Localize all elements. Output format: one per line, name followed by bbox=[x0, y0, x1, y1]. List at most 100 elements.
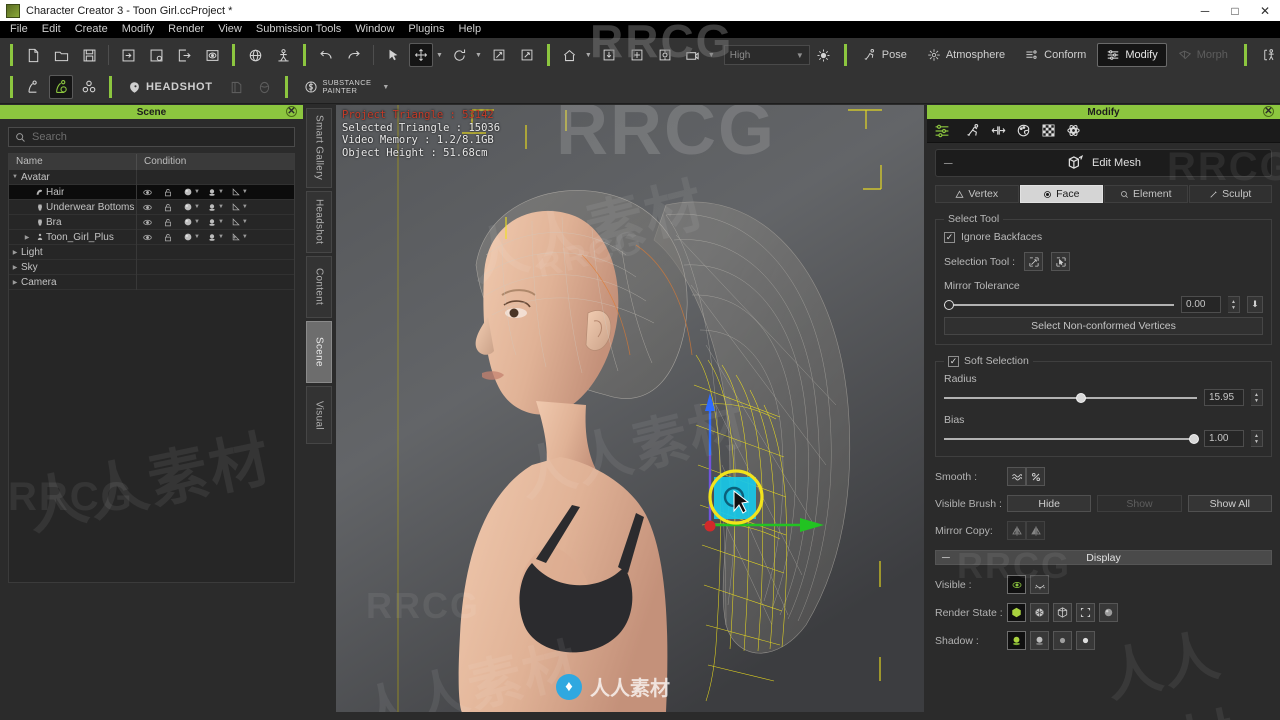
mirror-tolerance-stepper[interactable]: ▲ ▼ bbox=[1228, 296, 1240, 313]
menu-edit[interactable]: Edit bbox=[35, 21, 68, 38]
shadow-flat-icon[interactable] bbox=[1053, 631, 1072, 650]
mesh-icon[interactable]: ▼ bbox=[231, 202, 253, 212]
book-button[interactable] bbox=[225, 75, 249, 99]
solid-wire-icon[interactable] bbox=[1030, 603, 1049, 622]
headshot-button[interactable]: HEADSHOT bbox=[119, 75, 222, 99]
tab-element[interactable]: Element bbox=[1104, 185, 1188, 203]
face-edit-button[interactable] bbox=[21, 75, 45, 99]
checker-icon[interactable] bbox=[1037, 121, 1059, 141]
radius-stepper[interactable]: ▲ ▼ bbox=[1251, 389, 1263, 406]
eye-on-icon[interactable] bbox=[1007, 575, 1026, 594]
sphere-icon[interactable]: ▼ bbox=[183, 232, 205, 242]
menu-window[interactable]: Window bbox=[348, 21, 401, 38]
sphere-icon[interactable]: ▼ bbox=[183, 202, 205, 212]
sliders-icon[interactable] bbox=[931, 121, 953, 141]
scale-alt-button[interactable] bbox=[515, 43, 539, 67]
table-row[interactable]: Hair ▼ ▼ ▼ bbox=[9, 184, 294, 200]
expand-arrow-icon[interactable]: ▼ bbox=[9, 174, 21, 180]
tab-sculpt[interactable]: Sculpt bbox=[1188, 185, 1272, 203]
scale-tool-button[interactable] bbox=[487, 43, 511, 67]
lasso-select-icon[interactable] bbox=[1024, 252, 1043, 271]
shadow-full-icon[interactable] bbox=[1007, 631, 1026, 650]
rect-select-icon[interactable] bbox=[1051, 252, 1070, 271]
sidebar-item-scene[interactable]: Scene bbox=[306, 321, 332, 383]
expand-arrow-icon[interactable]: ▶ bbox=[9, 264, 21, 271]
light-bulb-button[interactable] bbox=[812, 43, 836, 67]
eye-icon[interactable] bbox=[142, 217, 153, 228]
sphere-icon[interactable]: ▼ bbox=[183, 187, 205, 197]
lock-icon[interactable] bbox=[163, 232, 173, 243]
table-row[interactable]: ▶ Camera bbox=[9, 274, 294, 290]
frame-view-button[interactable] bbox=[653, 43, 677, 67]
conform-button[interactable]: Conform bbox=[1016, 43, 1095, 67]
mirror-left-icon[interactable] bbox=[1007, 521, 1026, 540]
mesh-icon[interactable]: ▼ bbox=[231, 232, 253, 242]
skin-icon[interactable] bbox=[962, 121, 984, 141]
lock-icon[interactable] bbox=[163, 217, 173, 228]
cluster-button[interactable] bbox=[77, 75, 101, 99]
bias-value[interactable]: 1.00 bbox=[1204, 430, 1244, 447]
open-project-button[interactable] bbox=[49, 43, 73, 67]
menu-plugins[interactable]: Plugins bbox=[401, 21, 451, 38]
sidebar-item-smart-gallery[interactable]: Smart Gallery bbox=[306, 108, 332, 188]
shadow-none-icon[interactable] bbox=[1076, 631, 1095, 650]
camera-caret[interactable]: ▼ bbox=[708, 52, 715, 59]
shadow-icon[interactable]: ▼ bbox=[207, 232, 229, 243]
import-button[interactable] bbox=[116, 43, 140, 67]
radius-slider[interactable] bbox=[944, 392, 1197, 403]
bbox-icon[interactable] bbox=[1076, 603, 1095, 622]
new-project-button[interactable] bbox=[21, 43, 45, 67]
home-view-caret[interactable]: ▼ bbox=[585, 52, 592, 59]
show-all-button[interactable]: Show All bbox=[1187, 495, 1272, 512]
shadow-soft-icon[interactable] bbox=[1030, 631, 1049, 650]
table-row[interactable]: ▶ Light bbox=[9, 244, 294, 260]
eye-off-icon[interactable] bbox=[1030, 575, 1049, 594]
move-tool-button[interactable] bbox=[409, 43, 433, 67]
bias-slider[interactable] bbox=[944, 433, 1200, 444]
table-row[interactable]: Bra ▼ ▼ ▼ bbox=[9, 214, 294, 230]
substance-caret[interactable]: ▼ bbox=[382, 84, 389, 91]
eye-icon[interactable] bbox=[142, 187, 153, 198]
lock-icon[interactable] bbox=[163, 202, 173, 213]
menu-help[interactable]: Help bbox=[451, 21, 488, 38]
smooth-wave-icon[interactable] bbox=[1007, 467, 1026, 486]
wireframe-icon[interactable] bbox=[1053, 603, 1072, 622]
sidebar-item-headshot[interactable]: Headshot bbox=[306, 191, 332, 253]
rotate-tool-button[interactable] bbox=[448, 43, 472, 67]
slider-knob[interactable] bbox=[944, 299, 954, 310]
figure-button[interactable] bbox=[271, 43, 295, 67]
save-project-button[interactable] bbox=[77, 43, 101, 67]
close-button[interactable]: ✕ bbox=[1250, 0, 1280, 21]
eye-icon[interactable] bbox=[142, 232, 153, 243]
undo-button[interactable] bbox=[314, 43, 338, 67]
atom-icon[interactable] bbox=[1062, 121, 1084, 141]
shadow-icon[interactable]: ▼ bbox=[207, 187, 229, 198]
lock-icon[interactable] bbox=[163, 187, 173, 198]
transform-gizmo[interactable] bbox=[336, 105, 924, 712]
expand-arrow-icon[interactable]: ▶ bbox=[9, 249, 21, 256]
move-tool-caret[interactable]: ▼ bbox=[436, 52, 443, 59]
mirror-tolerance-slider[interactable] bbox=[944, 299, 1174, 310]
expand-arrow-icon[interactable]: ▶ bbox=[9, 279, 21, 286]
camera-button[interactable] bbox=[681, 43, 705, 67]
globe-button[interactable] bbox=[243, 43, 267, 67]
table-row[interactable]: Underwear Bottoms ▼ ▼ ▼ bbox=[9, 199, 294, 215]
home-view-button[interactable] bbox=[558, 43, 582, 67]
display-section-header[interactable]: ─ Display bbox=[935, 550, 1272, 565]
quality-dropdown[interactable]: High ▼ bbox=[723, 45, 810, 65]
ignore-backfaces-row[interactable]: ✓ Ignore Backfaces bbox=[944, 231, 1263, 243]
3d-viewport[interactable]: Project Triangle : 53142 Selected Triang… bbox=[336, 105, 924, 712]
modify-button[interactable]: Modify bbox=[1097, 43, 1167, 67]
menu-view[interactable]: View bbox=[211, 21, 249, 38]
shadow-icon[interactable]: ▼ bbox=[207, 217, 229, 228]
sidebar-item-visual[interactable]: Visual bbox=[306, 386, 332, 444]
tab-vertex[interactable]: Vertex bbox=[935, 185, 1019, 203]
slider-knob[interactable] bbox=[1075, 392, 1086, 403]
down-arrow-icon[interactable]: ⬇ bbox=[1247, 296, 1263, 313]
sidebar-item-content[interactable]: Content bbox=[306, 256, 332, 318]
maximize-button[interactable]: □ bbox=[1220, 0, 1250, 21]
select-tool-button[interactable] bbox=[381, 43, 405, 67]
mesh-icon[interactable]: ▼ bbox=[231, 187, 253, 197]
bias-stepper[interactable]: ▲ ▼ bbox=[1251, 430, 1263, 447]
select-nonconformed-vertices-button[interactable]: Select Non-conformed Vertices bbox=[944, 317, 1263, 335]
